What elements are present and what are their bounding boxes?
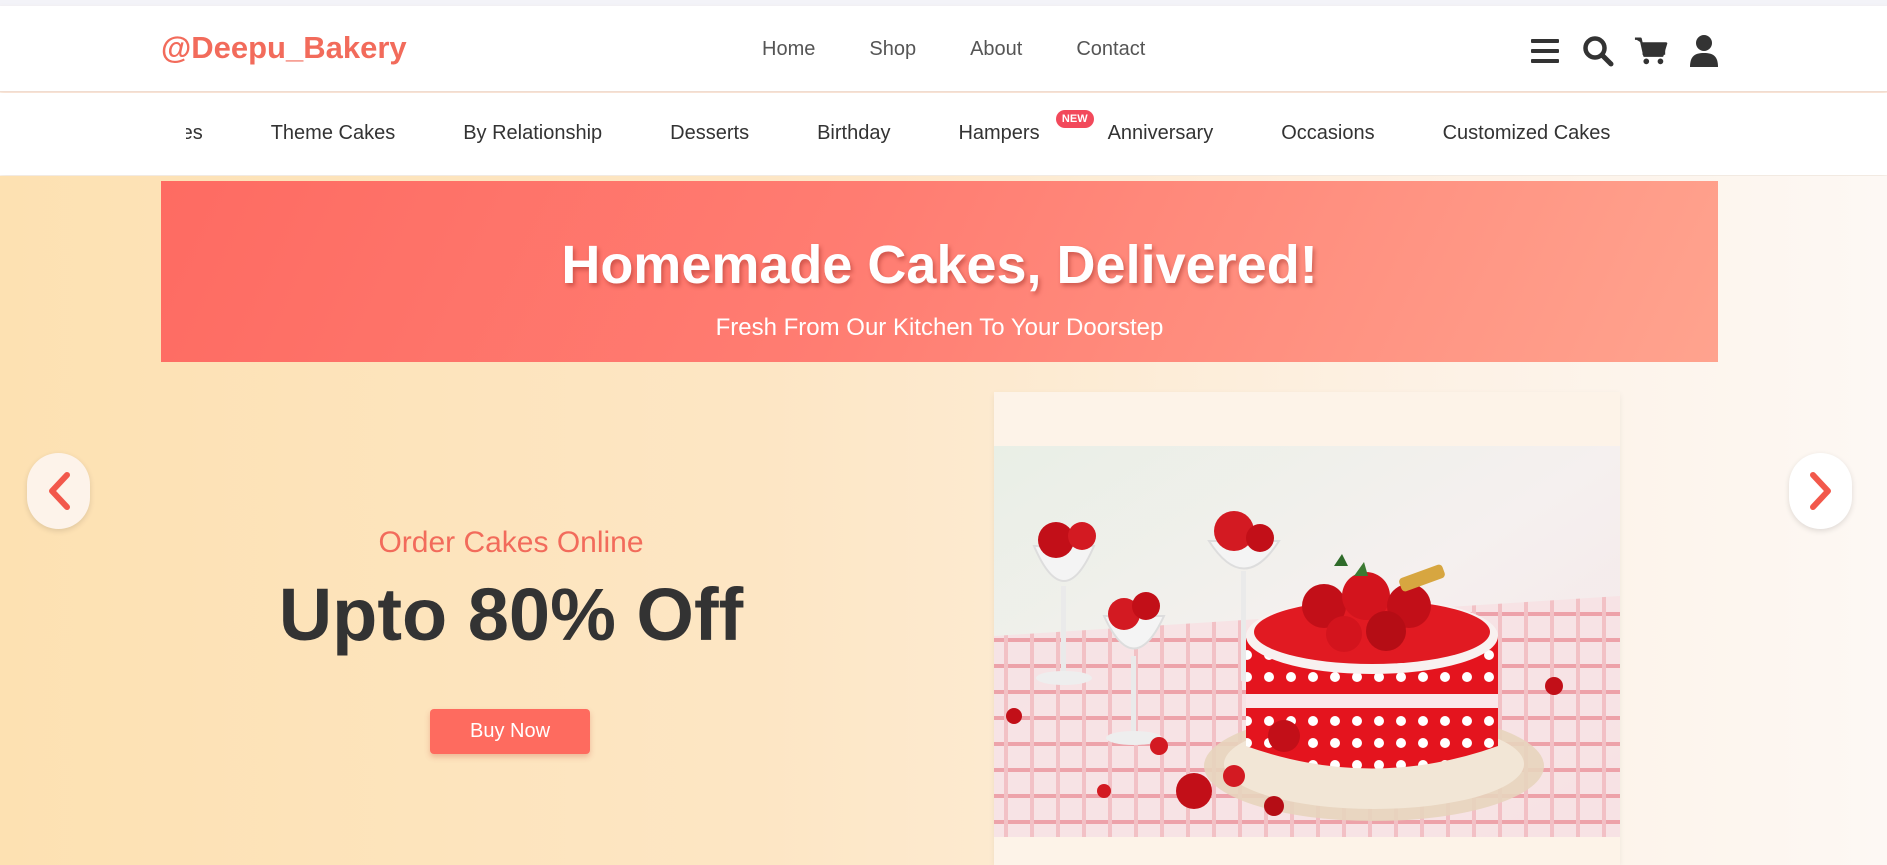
carousel-prev-button[interactable] [27, 453, 90, 529]
main-nav: Home Shop About Contact [762, 38, 1145, 61]
chevron-right-icon [1809, 472, 1831, 510]
search-icon[interactable] [1581, 34, 1615, 68]
new-badge: NEW [1055, 110, 1094, 128]
cake-image[interactable] [994, 446, 1620, 837]
carousel-next-button[interactable] [1789, 453, 1852, 529]
category-anniversary[interactable]: Anniversary [1108, 122, 1214, 145]
category-desserts[interactable]: Desserts [670, 122, 749, 145]
category-birthday[interactable]: Birthday [817, 122, 890, 145]
category-occasions[interactable]: Occasions [1281, 122, 1374, 145]
nav-contact[interactable]: Contact [1076, 38, 1145, 61]
hero-carousel: Homemade Cakes, Delivered! Fresh From Ou… [0, 176, 1887, 865]
banner-subtitle: Fresh From Our Kitchen To Your Doorstep [715, 314, 1164, 341]
nav-home[interactable]: Home [762, 38, 815, 61]
category-hampers-label: Hampers [958, 122, 1040, 144]
brand-logo[interactable]: @Deepu_Bakery [161, 30, 407, 66]
slide-offer: Upto 80% Off [278, 573, 744, 656]
category-bar: Cakes Theme Cakes By Relationship Desser… [0, 93, 1887, 175]
category-theme-cakes[interactable]: Theme Cakes [271, 122, 396, 145]
buy-now-button[interactable]: Buy Now [430, 709, 590, 754]
slide-image-card [994, 392, 1620, 865]
category-by-relationship[interactable]: By Relationship [463, 122, 602, 145]
chevron-left-icon [48, 472, 70, 510]
category-scroller[interactable]: Cakes Theme Cakes By Relationship Desser… [186, 93, 1692, 175]
nav-about[interactable]: About [970, 38, 1022, 61]
category-customized-cakes[interactable]: Customized Cakes [1443, 122, 1611, 145]
promo-banner: Homemade Cakes, Delivered! Fresh From Ou… [161, 181, 1718, 362]
nav-shop[interactable]: Shop [869, 38, 916, 61]
slide-subheading: Order Cakes Online [378, 526, 644, 559]
site-header: @Deepu_Bakery Home Shop About Contact [0, 6, 1887, 92]
header-actions [1528, 34, 1721, 68]
cart-icon[interactable] [1634, 34, 1668, 68]
category-cakes[interactable]: Cakes [186, 122, 203, 145]
banner-title: Homemade Cakes, Delivered! [561, 235, 1318, 295]
menu-icon[interactable] [1528, 34, 1562, 68]
category-hampers[interactable]: Hampers NEW [958, 110, 1094, 145]
user-icon[interactable] [1687, 34, 1721, 68]
